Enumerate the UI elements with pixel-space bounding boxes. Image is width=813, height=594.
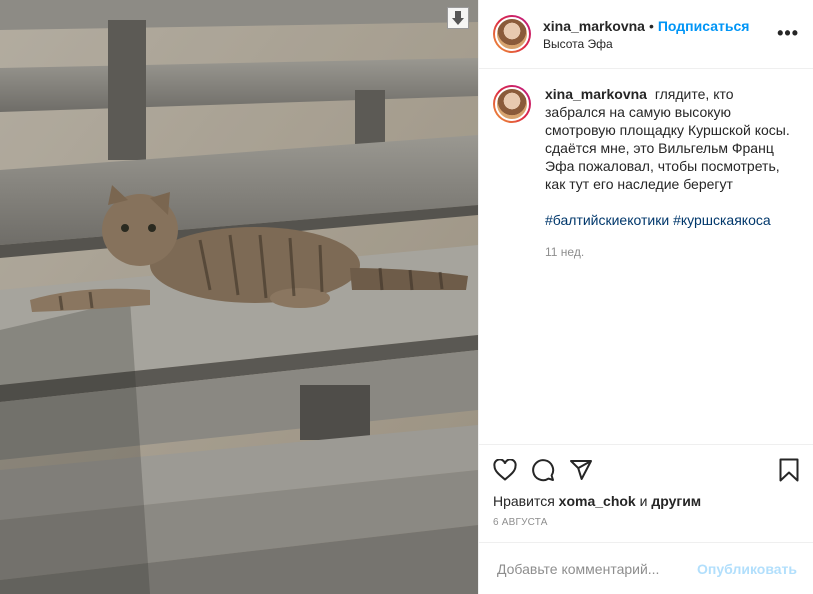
likes-joiner: и	[639, 493, 648, 509]
separator-dot: •	[648, 18, 654, 34]
likes-prefix: Нравится	[493, 493, 555, 509]
header-top-line: xina_markovna • Подписаться	[543, 17, 749, 35]
caption-avatar[interactable]	[495, 87, 529, 121]
heart-icon[interactable]	[493, 459, 517, 481]
caption-hashtags: #балтийскиекотики #куршскаякоса	[545, 211, 795, 229]
post-sidebar: xina_markovna • Подписаться Высота Эфа •••…	[478, 0, 813, 594]
bookmark-icon[interactable]	[779, 458, 799, 482]
instagram-post: xina_markovna • Подписаться Высота Эфа •••…	[0, 0, 813, 594]
author-avatar[interactable]	[495, 17, 529, 51]
likes-others-link[interactable]: другим	[651, 493, 701, 509]
action-icons	[493, 455, 799, 485]
post-photo[interactable]	[0, 0, 478, 594]
post-date[interactable]: 6 АВГУСТА	[493, 517, 799, 528]
author-username-link[interactable]: xina_markovna	[543, 18, 645, 34]
comment-bubble-icon[interactable]	[531, 458, 555, 482]
comment-input[interactable]	[495, 559, 698, 578]
action-bar: Нравится xoma_chok и другим 6 АВГУСТА	[479, 444, 813, 542]
caption-body: xina_markovna глядите, кто забрался на с…	[545, 85, 795, 261]
hashtag-link[interactable]: #балтийскиекотики	[545, 212, 669, 228]
download-button[interactable]	[447, 7, 469, 29]
likes-line: Нравится xoma_chok и другим	[493, 493, 799, 509]
location-link[interactable]: Высота Эфа	[543, 37, 749, 51]
follow-button[interactable]: Подписаться	[658, 18, 750, 34]
publish-button[interactable]: Опубликовать	[697, 561, 797, 577]
comments-area: xina_markovna глядите, кто забрался на с…	[479, 69, 813, 444]
caption-comment: xina_markovna глядите, кто забрался на с…	[493, 85, 797, 261]
add-comment-bar: Опубликовать	[479, 542, 813, 594]
header-text: xina_markovna • Подписаться Высота Эфа	[543, 17, 749, 51]
ellipsis-icon: •••	[777, 23, 799, 43]
caption-username-link[interactable]: xina_markovna	[545, 86, 647, 102]
caption-avatar-ring[interactable]	[493, 85, 531, 123]
paper-plane-icon[interactable]	[569, 458, 593, 482]
post-header: xina_markovna • Подписаться Высота Эфа •••	[479, 0, 813, 69]
hashtag-link[interactable]: #куршскаякоса	[673, 212, 771, 228]
liker-username-link[interactable]: xoma_chok	[559, 493, 636, 509]
cat-on-wooden-steps-image	[0, 0, 478, 594]
caption-age: 11 нед.	[545, 245, 585, 259]
more-options-button[interactable]: •••	[777, 24, 799, 42]
download-arrow-icon	[451, 10, 465, 26]
author-avatar-ring[interactable]	[493, 15, 531, 53]
